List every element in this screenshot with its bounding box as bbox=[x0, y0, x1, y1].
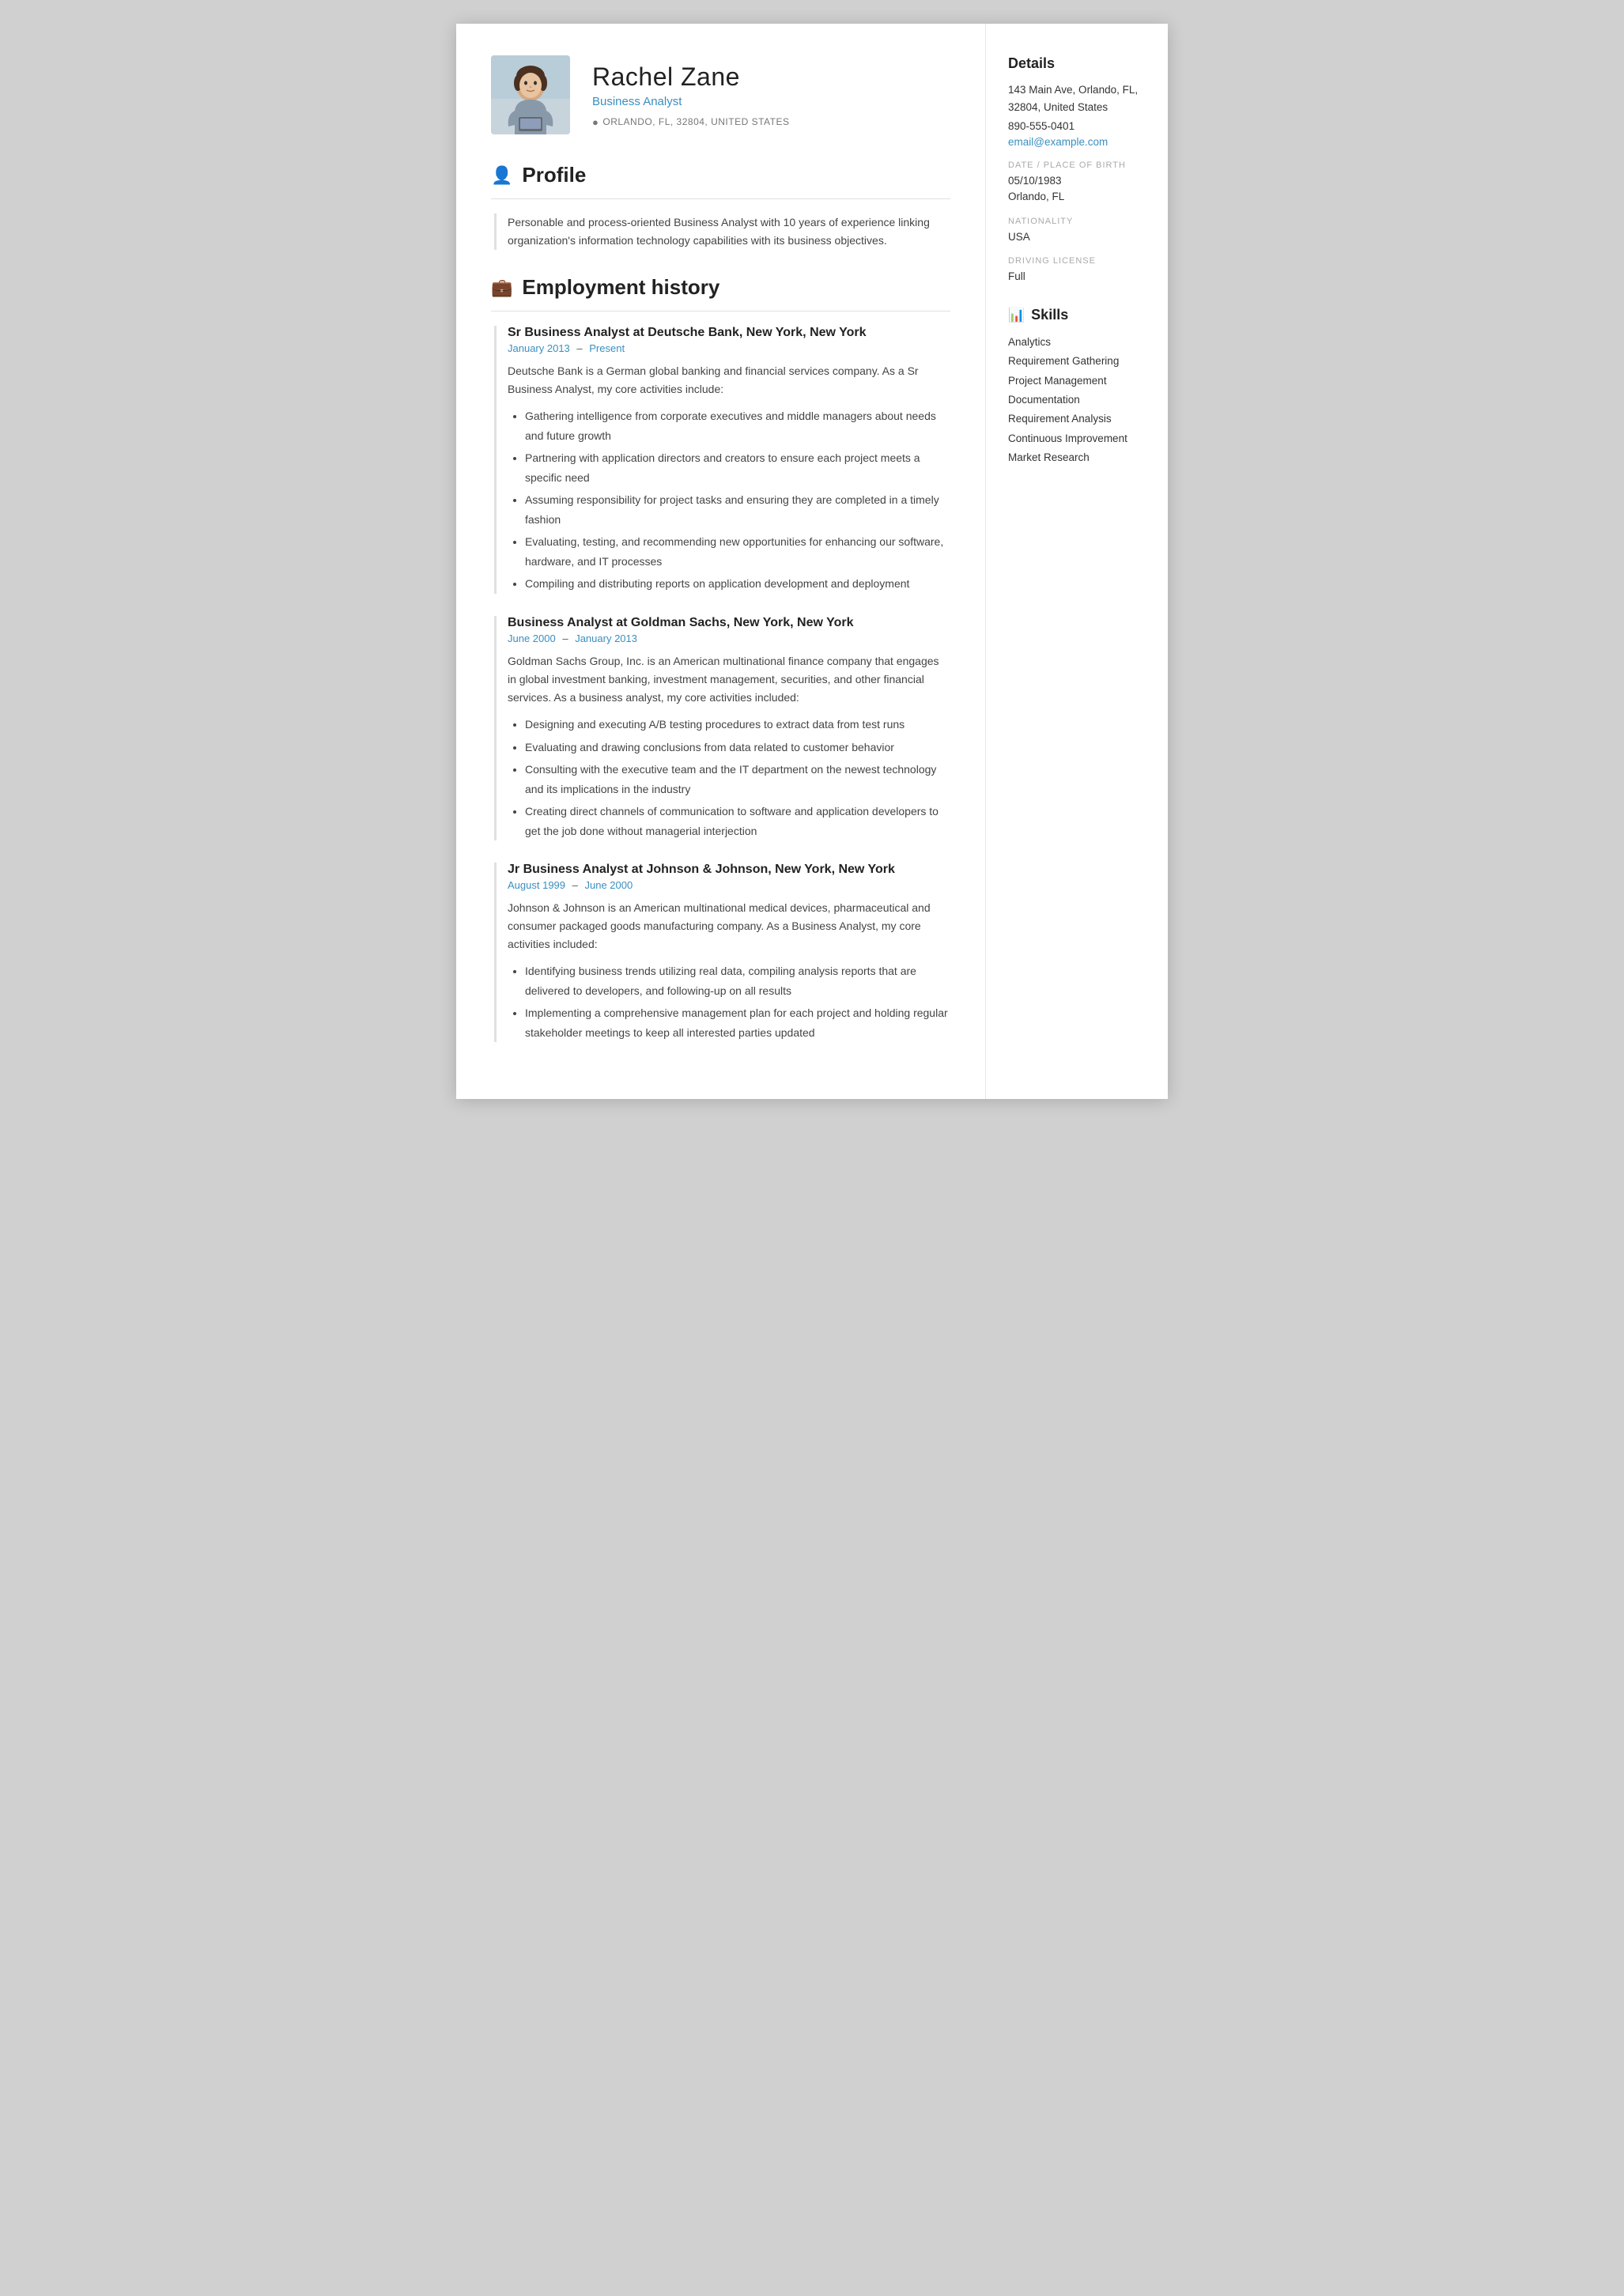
driving-value: Full bbox=[1008, 269, 1149, 285]
job-bullet-1-1: Evaluating and drawing conclusions from … bbox=[525, 738, 950, 757]
job-date-end-0: Present bbox=[589, 342, 625, 354]
profile-heading: 👤 Profile bbox=[491, 163, 950, 187]
job-title-2: Jr Business Analyst at Johnson & Johnson… bbox=[508, 863, 950, 877]
job-date-end-1: January 2013 bbox=[575, 633, 637, 644]
employment-heading: 💼 Employment history bbox=[491, 275, 950, 300]
job-dates-2: August 1999 – June 2000 bbox=[508, 879, 950, 891]
job-1: Business Analyst at Goldman Sachs, New Y… bbox=[491, 616, 950, 840]
job-2: Jr Business Analyst at Johnson & Johnson… bbox=[491, 863, 950, 1042]
job-bullet-2-1: Implementing a comprehensive management … bbox=[525, 1003, 950, 1042]
date-separator-0: – bbox=[574, 342, 585, 354]
job-desc-0: Deutsche Bank is a German global banking… bbox=[508, 362, 950, 398]
job-date-start-1: June 2000 bbox=[508, 633, 556, 644]
job-title-1: Business Analyst at Goldman Sachs, New Y… bbox=[508, 616, 950, 630]
job-date-start-0: January 2013 bbox=[508, 342, 570, 354]
profile-text: Personable and process-oriented Business… bbox=[494, 213, 950, 250]
dob-value: 05/10/1983Orlando, FL bbox=[1008, 173, 1149, 206]
job-bullets-1: Designing and executing A/B testing proc… bbox=[525, 715, 950, 840]
job-desc-2: Johnson & Johnson is an American multina… bbox=[508, 899, 950, 954]
profile-section: 👤 Profile Personable and process-oriente… bbox=[491, 163, 950, 250]
resume-header: Rachel Zane Business Analyst ● ORLANDO, … bbox=[491, 55, 950, 134]
candidate-location: ● ORLANDO, FL, 32804, UNITED STATES bbox=[592, 116, 950, 128]
job-bullet-1-0: Designing and executing A/B testing proc… bbox=[525, 715, 950, 734]
details-section: Details 143 Main Ave, Orlando, FL, 32804… bbox=[1008, 55, 1149, 285]
job-dates-0: January 2013 – Present bbox=[508, 342, 950, 354]
job-bullet-1-2: Consulting with the executive team and t… bbox=[525, 760, 950, 799]
driving-label: DRIVING LICENSE bbox=[1008, 256, 1149, 266]
date-separator-1: – bbox=[560, 633, 571, 644]
job-date-start-2: August 1999 bbox=[508, 879, 565, 891]
nationality-value: USA bbox=[1008, 229, 1149, 245]
skill-4: Requirement Analysis bbox=[1008, 410, 1149, 429]
job-title-0: Sr Business Analyst at Deutsche Bank, Ne… bbox=[508, 326, 950, 340]
sidebar: Details 143 Main Ave, Orlando, FL, 32804… bbox=[986, 24, 1168, 1099]
skills-section: 📊 Skills AnalyticsRequirement GatheringP… bbox=[1008, 307, 1149, 467]
location-text: ORLANDO, FL, 32804, UNITED STATES bbox=[602, 116, 789, 127]
employment-title: Employment history bbox=[522, 275, 719, 300]
skills-icon: 📊 bbox=[1008, 308, 1025, 323]
job-bullet-0-1: Partnering with application directors an… bbox=[525, 448, 950, 487]
job-bullet-0-3: Evaluating, testing, and recommending ne… bbox=[525, 532, 950, 571]
job-0: Sr Business Analyst at Deutsche Bank, Ne… bbox=[491, 326, 950, 594]
details-title: Details bbox=[1008, 55, 1149, 72]
job-dates-1: June 2000 – January 2013 bbox=[508, 633, 950, 644]
employment-icon: 💼 bbox=[491, 278, 512, 298]
job-bullet-0-4: Compiling and distributing reports on ap… bbox=[525, 574, 950, 594]
skills-heading: 📊 Skills bbox=[1008, 307, 1149, 323]
jobs-container: Sr Business Analyst at Deutsche Bank, Ne… bbox=[491, 326, 950, 1042]
skill-6: Market Research bbox=[1008, 448, 1149, 467]
profile-title: Profile bbox=[522, 163, 586, 187]
job-bullet-0-2: Assuming responsibility for project task… bbox=[525, 490, 950, 529]
avatar bbox=[491, 55, 570, 134]
job-bullet-1-3: Creating direct channels of communicatio… bbox=[525, 802, 950, 840]
skill-3: Documentation bbox=[1008, 391, 1149, 410]
date-separator-2: – bbox=[569, 879, 580, 891]
profile-divider bbox=[491, 198, 950, 199]
job-date-end-2: June 2000 bbox=[584, 879, 633, 891]
candidate-name: Rachel Zane bbox=[592, 62, 950, 92]
resume-page: Rachel Zane Business Analyst ● ORLANDO, … bbox=[456, 24, 1168, 1099]
candidate-title: Business Analyst bbox=[592, 95, 950, 108]
skill-2: Project Management bbox=[1008, 372, 1149, 391]
job-desc-1: Goldman Sachs Group, Inc. is an American… bbox=[508, 652, 950, 707]
job-bullets-2: Identifying business trends utilizing re… bbox=[525, 961, 950, 1042]
sidebar-phone: 890-555-0401 bbox=[1008, 120, 1149, 132]
profile-icon: 👤 bbox=[491, 165, 512, 186]
dob-label: DATE / PLACE OF BIRTH bbox=[1008, 160, 1149, 170]
employment-divider bbox=[491, 311, 950, 312]
sidebar-address: 143 Main Ave, Orlando, FL, 32804, United… bbox=[1008, 81, 1149, 115]
job-bullet-2-0: Identifying business trends utilizing re… bbox=[525, 961, 950, 1000]
sidebar-email[interactable]: email@example.com bbox=[1008, 136, 1108, 148]
skills-container: AnalyticsRequirement GatheringProject Ma… bbox=[1008, 333, 1149, 467]
location-icon: ● bbox=[592, 116, 599, 128]
skills-title: Skills bbox=[1031, 307, 1068, 323]
job-bullets-0: Gathering intelligence from corporate ex… bbox=[525, 406, 950, 594]
header-info: Rachel Zane Business Analyst ● ORLANDO, … bbox=[592, 62, 950, 128]
employment-section: 💼 Employment history Sr Business Analyst… bbox=[491, 275, 950, 1042]
main-content: Rachel Zane Business Analyst ● ORLANDO, … bbox=[456, 24, 986, 1099]
skill-1: Requirement Gathering bbox=[1008, 352, 1149, 371]
nationality-label: NATIONALITY bbox=[1008, 217, 1149, 226]
skill-0: Analytics bbox=[1008, 333, 1149, 352]
skill-5: Continuous Improvement bbox=[1008, 429, 1149, 448]
job-bullet-0-0: Gathering intelligence from corporate ex… bbox=[525, 406, 950, 445]
